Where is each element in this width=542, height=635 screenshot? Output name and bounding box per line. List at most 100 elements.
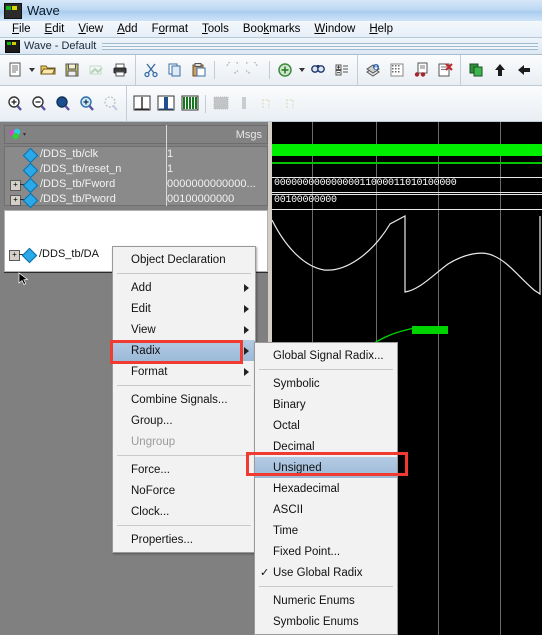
delete-marker-icon[interactable] — [434, 59, 456, 81]
toolbar-group-edit — [136, 55, 358, 85]
signal-diamond-icon — [22, 192, 39, 209]
annotate-icon[interactable] — [410, 59, 432, 81]
menu-edit[interactable]: Edit — [38, 22, 72, 36]
menu-item-object-declaration[interactable]: Object Declaration — [113, 249, 255, 270]
menu-item-group[interactable]: Group... — [113, 410, 255, 431]
paste-icon[interactable] — [188, 59, 210, 81]
menu-item-view[interactable]: View — [113, 319, 255, 340]
signal-row-clk[interactable]: /DDS_tb/clk 1 — [5, 147, 267, 164]
menu-view[interactable]: View — [71, 22, 110, 36]
grid-icon[interactable] — [386, 59, 408, 81]
submenu-item-octal[interactable]: Octal — [255, 415, 397, 436]
submenu-arrow-icon — [244, 305, 249, 313]
submenu-item-hexadecimal[interactable]: Hexadecimal — [255, 478, 397, 499]
wave-da-analog — [272, 215, 541, 296]
menu-item-edit[interactable]: Edit — [113, 298, 255, 319]
submenu-arrow-icon — [244, 368, 249, 376]
signal-list-header: Msgs — [4, 125, 268, 144]
expand-icon[interactable]: + — [9, 250, 20, 261]
expand-icon[interactable]: + — [10, 180, 21, 191]
menu-separator — [117, 455, 251, 456]
signal-row-reset-n[interactable]: /DDS_tb/reset_n 1 — [5, 162, 267, 179]
signal-name: /DDS_tb/DA — [39, 248, 99, 260]
path-selector-icon[interactable] — [8, 127, 28, 142]
save-icon[interactable] — [61, 59, 83, 81]
overflow-icon[interactable]: » — [537, 59, 542, 81]
submenu-item-symbolic-enums[interactable]: Symbolic Enums — [255, 611, 397, 632]
signal-diamond-icon — [22, 162, 39, 179]
expand-icon[interactable]: + — [10, 195, 21, 206]
signal-list[interactable]: /DDS_tb/clk 1 /DDS_tb/reset_n 1 + /DDS_t… — [4, 146, 268, 209]
wave-clk-band — [272, 144, 542, 156]
up-arrow-icon[interactable] — [489, 59, 511, 81]
submenu-item-time[interactable]: Time — [255, 520, 397, 541]
menu-item-label: Global Signal Radix... — [273, 349, 384, 362]
cursor-icon[interactable] — [131, 93, 153, 115]
open-folder-icon[interactable] — [37, 59, 59, 81]
menu-separator — [259, 369, 393, 370]
menu-help[interactable]: Help — [362, 22, 400, 36]
zoom-range-icon — [100, 93, 122, 115]
menu-add[interactable]: Add — [110, 22, 144, 36]
signal-name: /DDS_tb/clk — [40, 148, 99, 160]
wave-bars-icon[interactable] — [179, 93, 201, 115]
signal-name: /DDS_tb/reset_n — [40, 163, 122, 175]
submenu-item-use-global-radix[interactable]: ✓ Use Global Radix — [255, 562, 397, 583]
menu-file[interactable]: File — [5, 22, 38, 36]
menu-bookmarks[interactable]: Bookmarks — [236, 22, 308, 36]
menu-item-label: Add — [131, 281, 152, 294]
menu-item-combine-signals[interactable]: Combine Signals... — [113, 389, 255, 410]
submenu-item-ascii[interactable]: ASCII — [255, 499, 397, 520]
radix-menu-item-highlight — [110, 340, 243, 364]
menu-item-label: Ungroup — [131, 435, 176, 448]
menu-item-format[interactable]: Format — [113, 361, 255, 382]
insert-wave-icon[interactable] — [362, 59, 384, 81]
submenu-item-fixed-point[interactable]: Fixed Point... — [255, 541, 397, 562]
signal-row-pword[interactable]: + /DDS_tb/Pword 00100000000 — [5, 192, 267, 209]
menu-item-label: Time — [273, 524, 299, 537]
submenu-item-numeric-enums[interactable]: Numeric Enums — [255, 590, 397, 611]
menu-item-properties[interactable]: Properties... — [113, 529, 255, 550]
left-arrow-icon[interactable] — [513, 59, 535, 81]
menu-tools[interactable]: Tools — [195, 22, 236, 36]
add-signal-icon[interactable] — [274, 59, 296, 81]
menu-window[interactable]: Window — [307, 22, 362, 36]
modelsim-icon — [4, 2, 22, 19]
zoom-cursor-icon[interactable] — [76, 93, 98, 115]
submenu-item-symbolic[interactable]: Symbolic — [255, 373, 397, 394]
submenu-item-global-signal-radix[interactable]: Global Signal Radix... — [255, 345, 397, 366]
step-icon — [258, 93, 280, 115]
copy-window-icon[interactable] — [465, 59, 487, 81]
zoom-toolbar — [0, 86, 542, 122]
submenu-item-binary[interactable]: Binary — [255, 394, 397, 415]
zoom-out-icon[interactable] — [28, 93, 50, 115]
menu-format[interactable]: Format — [145, 22, 195, 36]
new-file-icon[interactable] — [4, 59, 26, 81]
menu-item-force[interactable]: Force... — [113, 459, 255, 480]
cut-icon[interactable] — [140, 59, 162, 81]
toolbar-group-format — [127, 86, 308, 121]
copy-icon[interactable] — [164, 59, 186, 81]
zoom-in-icon[interactable] — [4, 93, 26, 115]
menu-item-add[interactable]: Add — [113, 277, 255, 298]
print-icon[interactable] — [109, 59, 131, 81]
signal-row-fword[interactable]: + /DDS_tb/Fword 0000000000000... — [5, 177, 267, 194]
new-file-dropdown-icon[interactable] — [27, 59, 36, 81]
find-icon[interactable] — [307, 59, 329, 81]
dither-icon — [210, 93, 232, 115]
wave-bar-icon[interactable] — [155, 93, 177, 115]
wave-reset-line — [272, 162, 542, 164]
expand-collapse-icon[interactable] — [331, 59, 353, 81]
checkmark-icon: ✓ — [260, 567, 270, 579]
radix-submenu[interactable]: Global Signal Radix... Symbolic Binary O… — [254, 342, 398, 635]
menu-item-label: Force... — [131, 463, 170, 476]
zoom-full-icon[interactable] — [52, 93, 74, 115]
document-tab-label[interactable]: Wave - Default — [24, 40, 96, 52]
menu-item-noforce[interactable]: NoForce — [113, 480, 255, 501]
main-toolbar: » — [0, 55, 542, 86]
menu-separator — [259, 586, 393, 587]
context-menu[interactable]: Object Declaration Add Edit View Radix F… — [112, 246, 256, 553]
add-signal-dropdown-icon[interactable] — [297, 59, 306, 81]
toolbar-separator — [269, 61, 270, 79]
menu-item-clock[interactable]: Clock... — [113, 501, 255, 522]
